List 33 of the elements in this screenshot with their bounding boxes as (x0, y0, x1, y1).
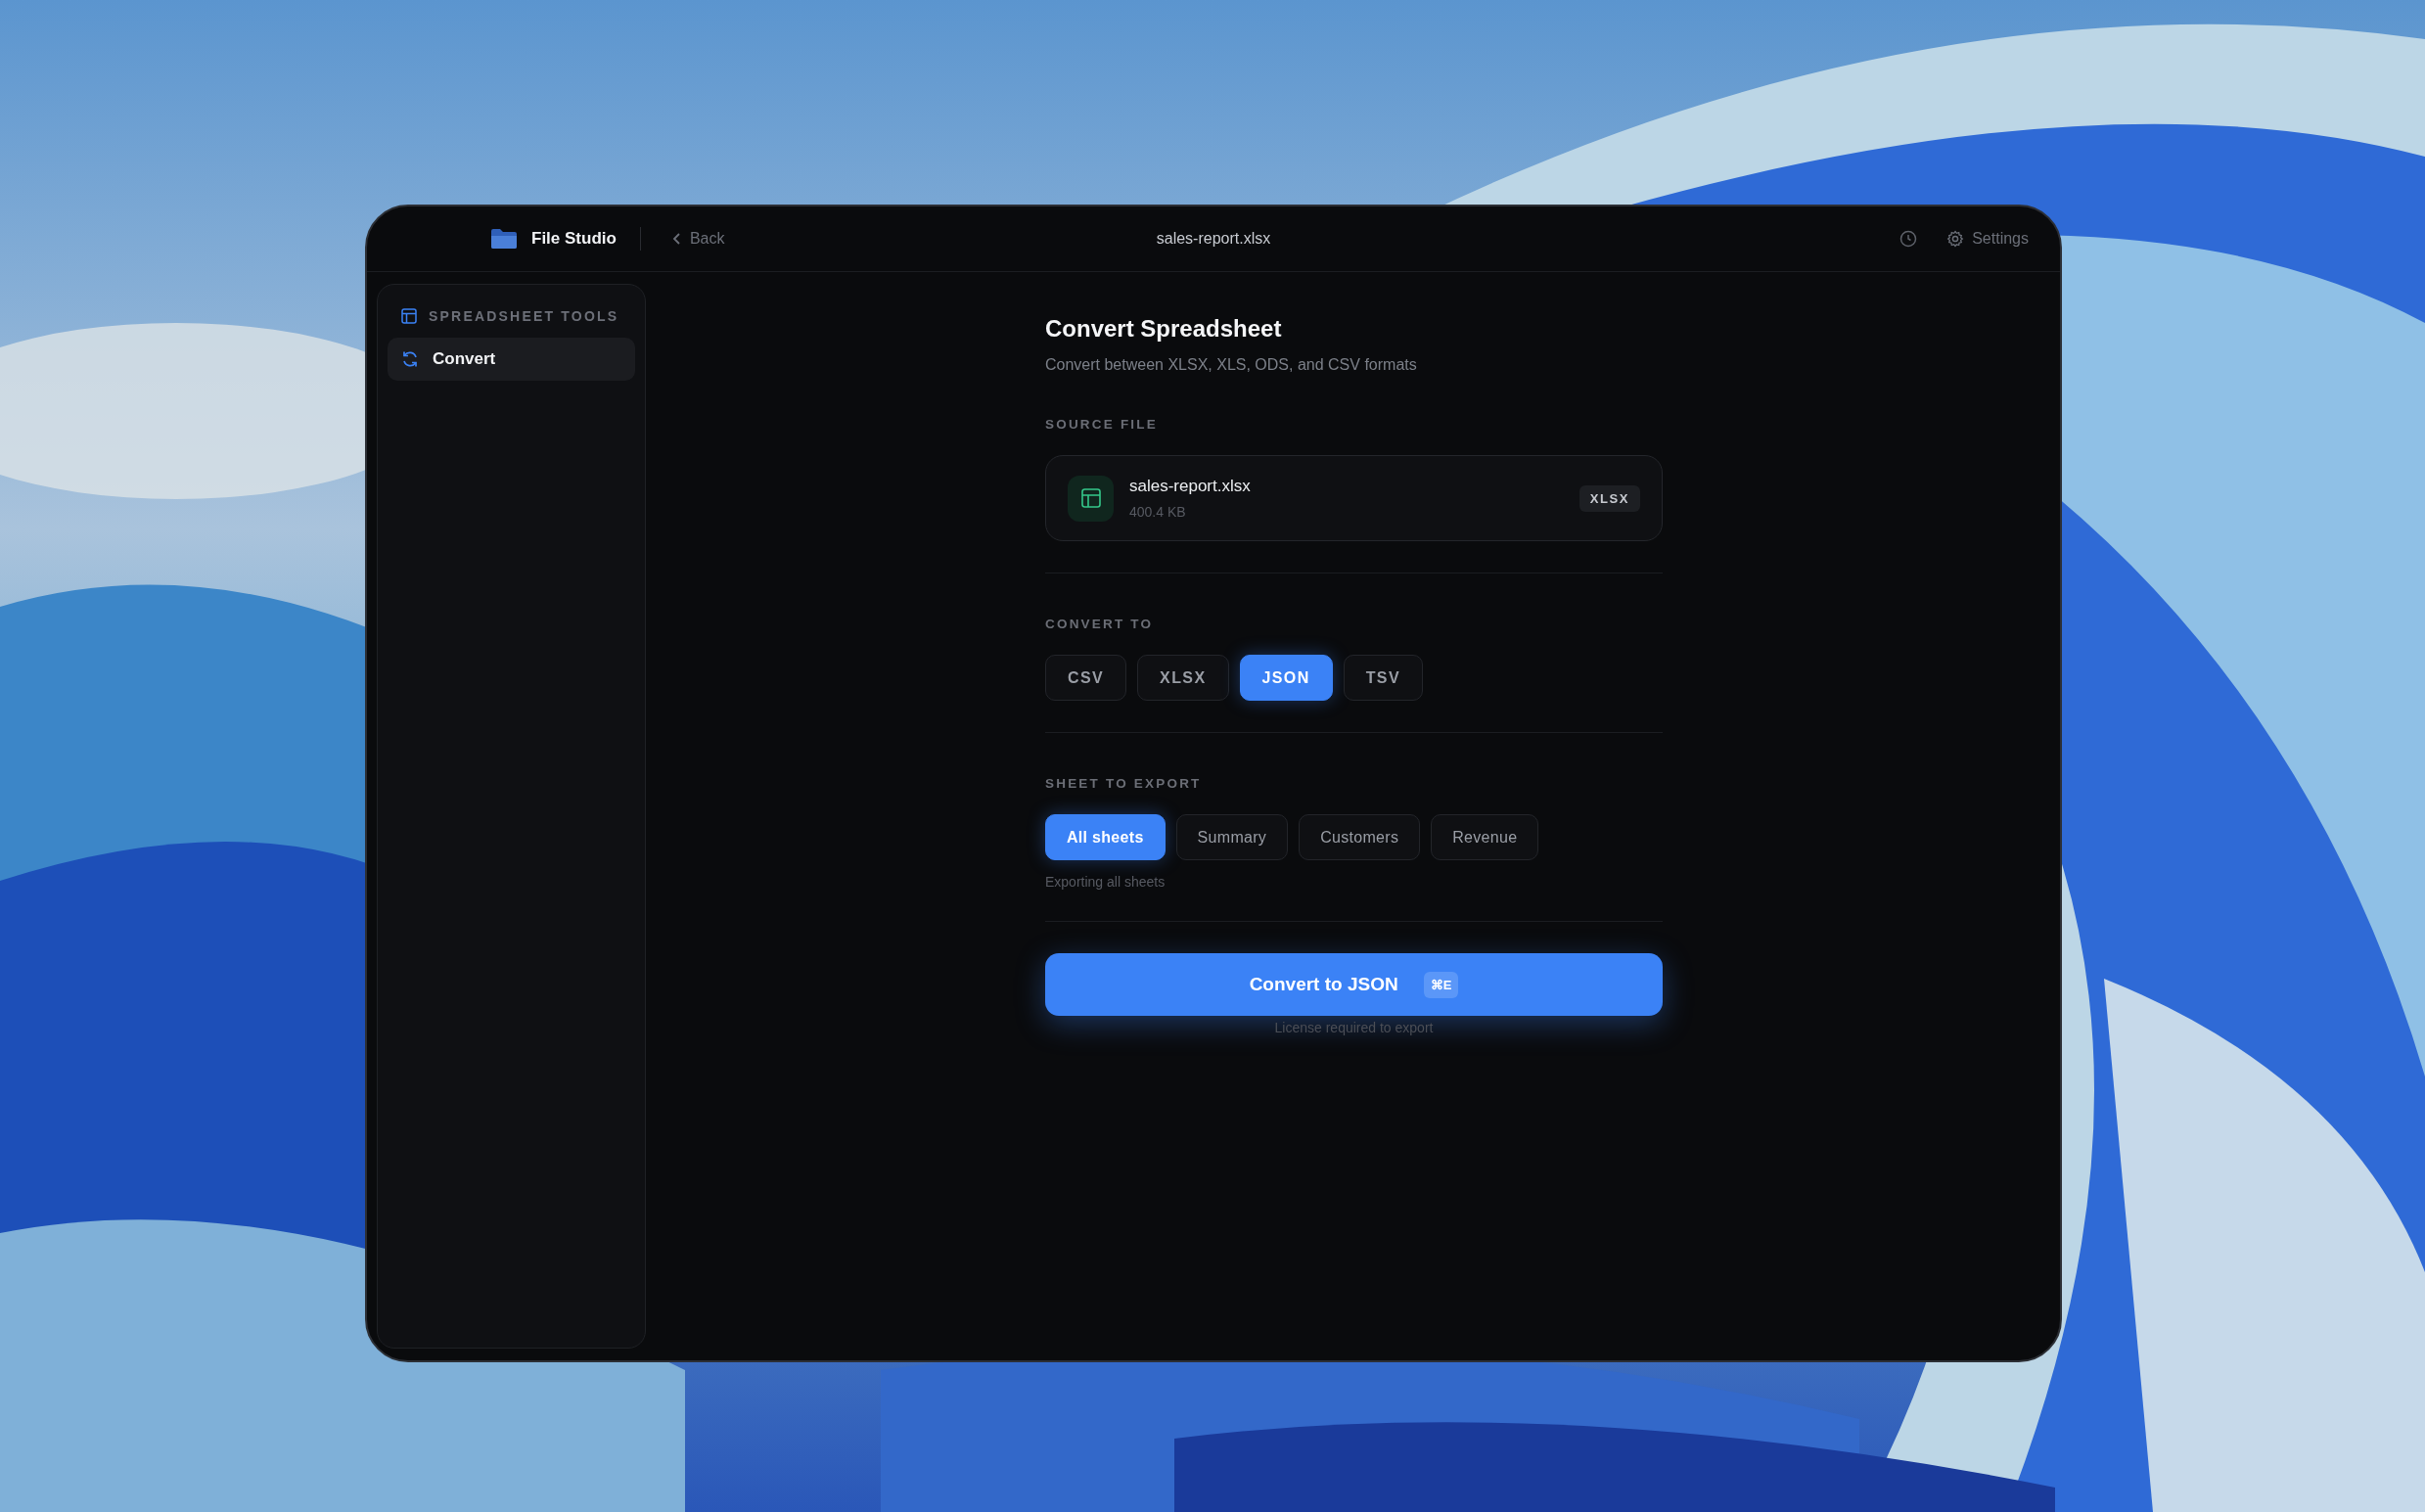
page-subtitle: Convert between XLSX, XLS, ODS, and CSV formats (1045, 356, 1418, 374)
format-option[interactable]: TSV (1343, 655, 1423, 701)
settings-button[interactable]: Settings (1946, 230, 2029, 248)
sheet-option[interactable]: Summary (1175, 814, 1289, 860)
section-label: SOURCE FILE (1045, 417, 1159, 432)
format-badge: XLSX (1579, 484, 1640, 512)
file-title: sales-report.xlsx (1156, 230, 1271, 248)
refresh-icon (401, 350, 419, 368)
spreadsheet-icon (1068, 475, 1114, 522)
app-name: File Studio (531, 229, 617, 249)
sheet-option[interactable]: Revenue (1431, 814, 1539, 860)
convert-button[interactable]: Convert to JSON ⌘E (1045, 953, 1663, 1016)
format-option[interactable]: XLSX (1137, 655, 1229, 701)
file-size: 400.4 KB (1129, 504, 1187, 520)
table-icon (401, 308, 417, 324)
chevron-left-icon (671, 232, 682, 246)
format-option[interactable]: JSON (1239, 655, 1333, 701)
page-title: Convert Spreadsheet (1045, 315, 1283, 343)
sheet-hint: Exporting all sheets (1045, 874, 1167, 890)
license-note: License required to export (1273, 1020, 1435, 1035)
folder-icon (490, 228, 518, 250)
sheet-option[interactable]: Customers (1299, 814, 1421, 860)
format-option[interactable]: CSV (1045, 655, 1127, 701)
section-label: SHEET TO EXPORT (1045, 776, 1203, 791)
settings-icon (1946, 230, 1965, 248)
file-name: sales-report.xlsx (1129, 477, 1252, 496)
sidebar-section-title: SPREADSHEET TOOLS (429, 308, 619, 324)
sheet-option[interactable]: All sheets (1045, 814, 1166, 860)
history-icon[interactable] (1899, 230, 1918, 248)
section-label: CONVERT TO (1045, 617, 1155, 631)
back-button[interactable]: Back (671, 230, 725, 248)
sidebar-item[interactable]: Convert (388, 338, 635, 381)
shortcut-key: ⌘E (1423, 971, 1459, 998)
